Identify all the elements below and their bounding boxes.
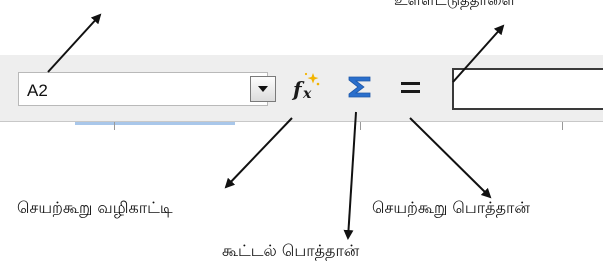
- arrow-to-sum-caption: [343, 111, 357, 240]
- annotation-arrows: [47, 13, 505, 240]
- caption-function-wizard: செயற்கூறு வழிகாட்டி: [17, 198, 173, 217]
- caption-sum: கூட்டல் பொத்தான்: [222, 241, 360, 260]
- arrow-to-top-left: [47, 13, 102, 73]
- arrow-to-function-caption: [409, 117, 492, 199]
- caption-function: செயற்கூறு பொத்தான்: [372, 198, 530, 217]
- arrow-to-input-line: [452, 24, 505, 83]
- arrow-to-function-wizard-caption: [224, 117, 293, 189]
